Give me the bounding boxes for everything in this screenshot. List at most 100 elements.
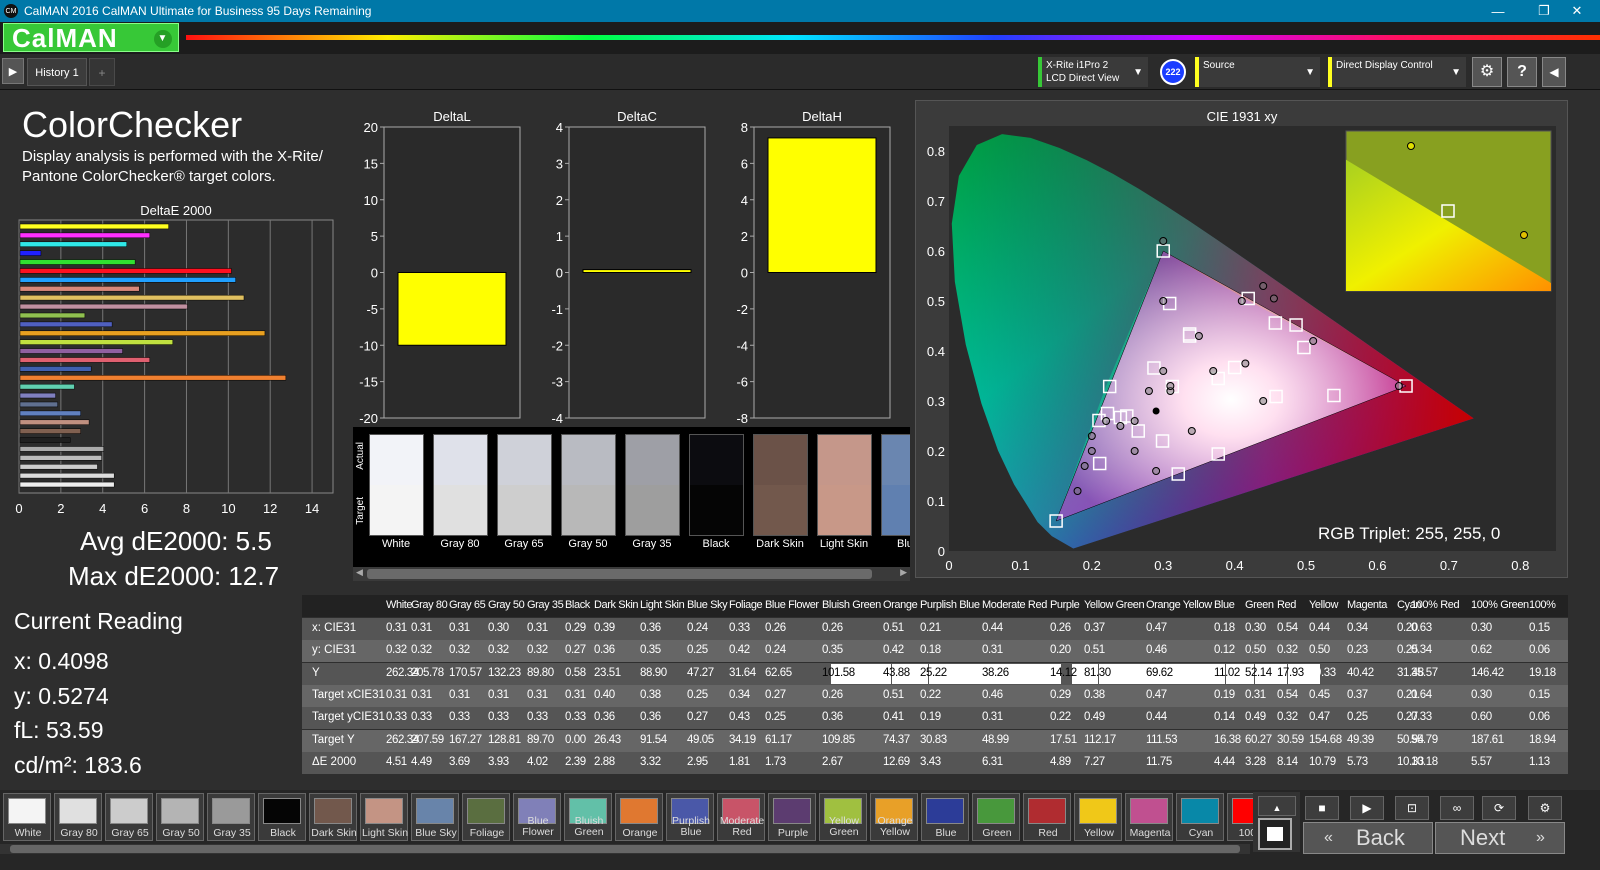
cie-actual-marker <box>1187 427 1196 435</box>
meter-select[interactable]: X-Rite i1Pro 2 LCD Direct View ▼ <box>1038 57 1148 87</box>
patch-button[interactable]: White <box>3 793 51 841</box>
swatch-target <box>626 485 679 535</box>
patch-scroll-thumb[interactable] <box>10 845 1240 853</box>
patch-button[interactable]: Purplish Blue <box>666 793 714 841</box>
cie-actual-marker <box>1194 332 1203 340</box>
back-button[interactable]: « Back <box>1303 822 1433 854</box>
patch-button[interactable]: Orange Yellow <box>870 793 918 841</box>
next-button[interactable]: Next » <box>1435 822 1565 854</box>
table-cell: 0.41 <box>883 711 904 724</box>
delta-tick-label: -5 <box>366 302 378 317</box>
add-tab-icon[interactable]: + <box>89 58 115 86</box>
sequence-icon[interactable]: ⊡ <box>1395 796 1429 820</box>
cie-actual-marker <box>1102 417 1111 425</box>
patch-button[interactable]: Gray 65 <box>105 793 153 841</box>
patch-button[interactable]: Cyan <box>1176 793 1224 841</box>
patch-button[interactable]: Light Skin <box>360 793 408 841</box>
patch-button[interactable]: Purple <box>768 793 816 841</box>
help-icon[interactable]: ? <box>1507 57 1537 87</box>
patch-button[interactable]: Orange <box>615 793 663 841</box>
refresh-icon[interactable]: ⟳ <box>1482 796 1516 820</box>
table-cell: 0.15 <box>1529 622 1550 634</box>
table-cell: 19.18 <box>1529 666 1556 679</box>
source-select[interactable]: Source ▼ <box>1195 57 1320 87</box>
table-cell: 0.51 <box>883 622 904 634</box>
swatch-scroll-thumb[interactable] <box>367 569 872 579</box>
patch-button[interactable]: Gray 80 <box>54 793 102 841</box>
table-cell: 16.38 <box>1214 733 1241 746</box>
patch-color <box>773 798 811 824</box>
patch-button[interactable]: Bluish Green <box>564 793 612 841</box>
table-cell: 0.63 <box>1411 622 1432 634</box>
up-icon[interactable]: ▲ <box>1258 796 1296 816</box>
scroll-right-icon[interactable]: ▶ <box>900 567 907 578</box>
patch-label-line: Red <box>732 826 752 838</box>
table-cell: 0.38 <box>1084 688 1105 701</box>
table-cell: 111.53 <box>1146 733 1178 746</box>
column-header: Gray 50 <box>488 599 525 611</box>
loop-icon[interactable]: ∞ <box>1440 796 1474 820</box>
patch-button[interactable]: Dark Skin <box>309 793 357 841</box>
patch-button[interactable]: Magenta <box>1125 793 1173 841</box>
table-cell: 3.28 <box>1245 755 1266 768</box>
play-icon[interactable]: ▶ <box>2 58 24 84</box>
deltae-bar <box>19 312 86 319</box>
minimize-icon[interactable]: — <box>1475 0 1521 22</box>
delta-tick-label: 20 <box>364 120 378 135</box>
swatch-actual <box>818 435 871 485</box>
patch-label-line: Gray 35 <box>213 827 251 839</box>
patch-button[interactable]: Foliage <box>462 793 510 841</box>
patch-button[interactable]: Black <box>258 793 306 841</box>
table-cell: 0.47 <box>1146 622 1167 634</box>
cie-x-tick: 0.4 <box>1226 558 1244 573</box>
close-icon[interactable]: ✕ <box>1554 0 1600 22</box>
patch-button[interactable]: Blue Sky <box>411 793 459 841</box>
deltae-bar <box>19 259 136 265</box>
table-cell: 48.99 <box>982 733 1009 746</box>
collapse-icon[interactable]: ◀ <box>1542 57 1566 87</box>
calman-logo-button[interactable]: CalMAN ▼ <box>3 23 179 52</box>
target-label: Target <box>355 497 366 525</box>
patch-button[interactable]: Blue Flower <box>513 793 561 841</box>
cie-y-tick: 0.7 <box>927 194 945 209</box>
settings-small-icon[interactable]: ⚙ <box>1528 796 1562 820</box>
scroll-left-icon[interactable]: ◀ <box>356 567 363 578</box>
cie-x-tick: 0.6 <box>1368 558 1386 573</box>
gear-icon[interactable]: ⚙ <box>1472 57 1502 87</box>
patch-label-line: Black <box>270 827 296 839</box>
stop-button-icon[interactable]: ■ <box>1305 796 1339 820</box>
display-select[interactable]: Direct Display Control ▼ <box>1328 57 1466 87</box>
tab-history-1[interactable]: History 1 <box>27 58 87 86</box>
patch-button[interactable]: Blue <box>921 793 969 841</box>
pattern-count-badge[interactable]: 222 <box>1160 59 1186 85</box>
patch-color <box>620 798 658 824</box>
swatch-label: Light Skin <box>819 538 869 550</box>
cie-y-tick: 0.6 <box>927 244 945 259</box>
patch-button[interactable]: Moderate Red <box>717 793 765 841</box>
deltae-bar <box>19 419 90 425</box>
patch-button[interactable]: Gray 35 <box>207 793 255 841</box>
deltae-bar <box>19 357 151 363</box>
play-button-icon[interactable]: ▶ <box>1350 796 1384 820</box>
patch-label: White <box>4 828 52 839</box>
meter-line2: LCD Direct View <box>1046 73 1120 84</box>
window-title: CalMAN 2016 CalMAN Ultimate for Business… <box>24 4 372 18</box>
patch-scrollbar[interactable] <box>0 844 1250 854</box>
table-cell: 23.51 <box>594 666 621 679</box>
table-cell: 0.31 <box>449 622 470 634</box>
patch-button[interactable]: Red <box>1023 793 1071 841</box>
patch-button[interactable]: Gray 50 <box>156 793 204 841</box>
table-cell: 0.25 <box>687 644 708 657</box>
patch-color <box>467 798 505 824</box>
stop-icon[interactable] <box>1258 818 1292 850</box>
column-header: Purple <box>1050 599 1080 611</box>
table-cell: 0.46 <box>982 688 1003 701</box>
patch-button[interactable]: Green <box>972 793 1020 841</box>
table-cell: 0.00 <box>565 733 586 746</box>
row-label: y: CIE31 <box>312 644 357 657</box>
swatch-scrollbar[interactable]: ◀ ▶ <box>353 567 910 581</box>
patch-button[interactable]: Yellow <box>1074 793 1122 841</box>
table-cell: 0.49 <box>1245 711 1266 724</box>
table-cell: 0.33 <box>729 622 750 634</box>
patch-button[interactable]: Yellow Green <box>819 793 867 841</box>
